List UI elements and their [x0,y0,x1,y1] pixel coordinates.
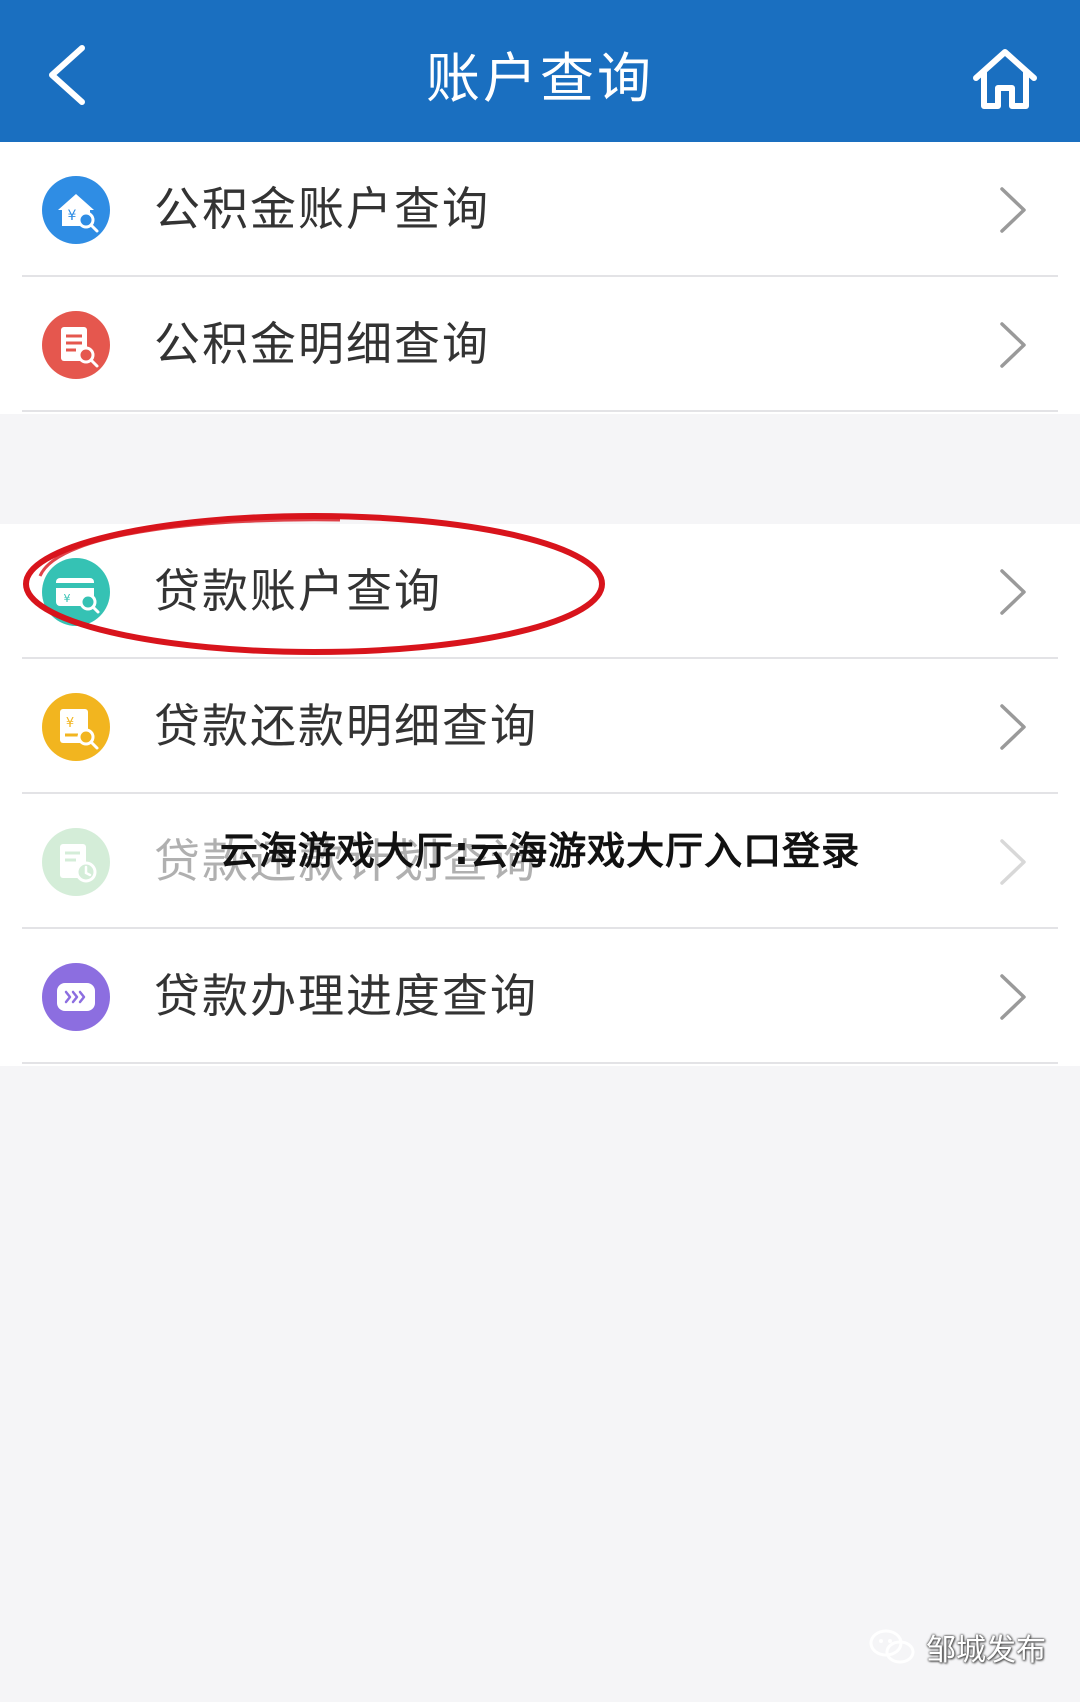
page-title: 账户查询 [426,47,654,110]
menu-item-label: 公积金账户查询 [154,182,490,236]
app-header: 账户查询 [0,0,1080,142]
chevron-right-icon [998,567,1028,617]
menu-item-label: 公积金明细查询 [154,317,490,371]
chevron-right-icon [998,320,1028,370]
menu-item-label: 贷款账户查询 [154,564,442,618]
menu-item-loan-account[interactable]: ¥ 贷款账户查询 [0,524,1080,659]
menu-group-loan: ¥ 贷款账户查询 ¥ 贷款还款明细查询 贷款还款计划查询 贷款办理进度查询 [0,524,1080,1066]
menu-item-loan-progress[interactable]: 贷款办理进度查询 [0,929,1080,1064]
menu-item-fund-account[interactable]: ¥ 公积金账户查询 [0,142,1080,277]
menu-item-label: 贷款办理进度查询 [154,969,538,1023]
chevron-right-icon [998,702,1028,752]
house-search-icon: ¥ [42,176,110,244]
chevron-right-icon [998,185,1028,235]
watermark-text: 邹城发布 [926,1633,1046,1668]
receipt-search-icon: ¥ [42,693,110,761]
menu-item-repayment-details[interactable]: ¥ 贷款还款明细查询 [0,659,1080,794]
progress-icon [42,963,110,1031]
menu-group-provident-fund: ¥ 公积金账户查询 公积金明细查询 [0,142,1080,414]
row-divider [22,1062,1058,1064]
svg-text:¥: ¥ [64,592,71,605]
svg-text:¥: ¥ [66,716,74,731]
chevron-right-icon [998,972,1028,1022]
menu-item-label: 贷款还款明细查询 [154,699,538,753]
card-search-icon: ¥ [42,558,110,626]
wechat-icon [869,1629,915,1664]
menu-item-fund-details[interactable]: 公积金明细查询 [0,277,1080,412]
home-icon [973,49,1037,109]
svg-text:¥: ¥ [68,208,77,224]
overlay-caption: 云海游戏大厅:云海游戏大厅入口登录 [219,829,861,873]
watermark: 邹城发布 [868,1622,1046,1672]
row-divider [22,410,1058,412]
home-button[interactable] [970,44,1040,114]
document-search-icon [42,311,110,379]
